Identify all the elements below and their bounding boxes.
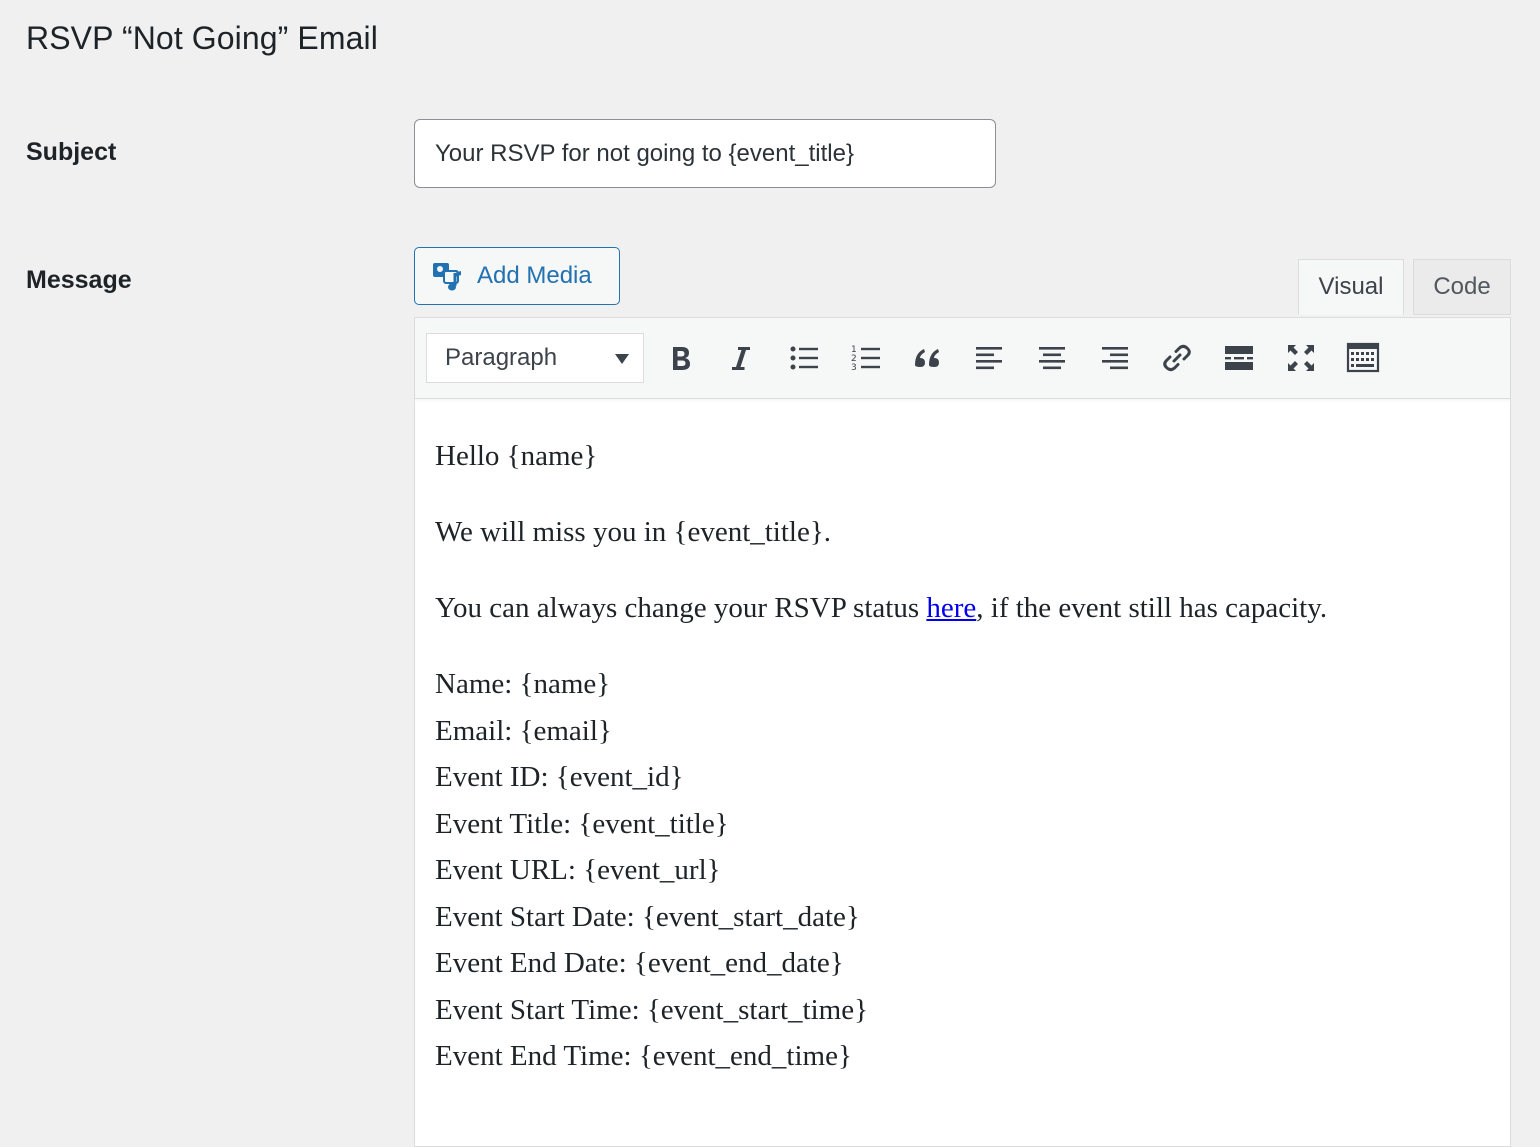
subject-input[interactable] (414, 119, 996, 188)
align-center-icon (1039, 347, 1065, 370)
numbered-list-button[interactable]: 1 2 3 (844, 336, 888, 380)
tab-visual[interactable]: Visual (1298, 259, 1404, 315)
blockquote-icon (915, 349, 939, 367)
field-line: Event End Time: {event_end_time} (435, 1040, 852, 1072)
toolbar-toggle-icon (1346, 342, 1380, 373)
insert-link-button[interactable] (1155, 336, 1199, 380)
align-left-button[interactable] (968, 336, 1012, 380)
message-label: Message (26, 266, 132, 294)
add-media-icon (433, 263, 461, 291)
subject-label: Subject (26, 138, 117, 166)
fullscreen-button[interactable] (1279, 336, 1323, 380)
page-title: RSVP “Not Going” Email (26, 20, 378, 56)
add-media-button[interactable]: Add Media (414, 247, 620, 305)
rsvp-change-link[interactable]: here (926, 592, 976, 624)
bulleted-list-button[interactable] (782, 336, 826, 380)
field-line: Event Start Date: {event_start_date} (435, 900, 860, 933)
change-text-before: You can always change your RSVP status (435, 592, 927, 624)
add-media-label: Add Media (477, 262, 592, 289)
read-more-icon (1225, 346, 1253, 370)
svg-text:3: 3 (851, 363, 857, 373)
field-line: Event ID: {event_id} (435, 761, 684, 793)
align-right-icon (1102, 347, 1128, 370)
message-body[interactable]: Hello {name} We will miss you in {event_… (415, 399, 1510, 1080)
field-line: Name: {name} (435, 668, 611, 700)
message-editor: Paragraph 1 2 3 Hello {name} We will mis… (414, 317, 1511, 1147)
bold-icon (673, 347, 690, 370)
numbered-list-icon: 1 2 3 (851, 345, 880, 373)
format-select[interactable]: Paragraph (426, 333, 644, 383)
bold-button[interactable] (658, 336, 702, 380)
align-left-icon (976, 347, 1002, 370)
change-text-after: , if the event still has capacity. (976, 592, 1328, 624)
italic-icon (732, 347, 750, 370)
read-more-button[interactable] (1217, 336, 1261, 380)
field-line: Event Start Time: {event_start_time} (435, 993, 868, 1026)
link-icon (1163, 344, 1191, 372)
field-line: Email: {email} (435, 714, 612, 747)
tab-code[interactable]: Code (1413, 259, 1511, 315)
fullscreen-icon (1288, 345, 1314, 371)
bulleted-list-icon (790, 346, 818, 370)
toolbar-toggle-button[interactable] (1341, 336, 1385, 380)
placeholder-fields: Name: {name} Email: {email} Event ID: {e… (435, 661, 1490, 1080)
miss-paragraph: We will miss you in {event_title}. (435, 516, 832, 548)
chevron-down-icon (615, 354, 629, 364)
blockquote-button[interactable] (906, 336, 950, 380)
field-line: Event Title: {event_title} (435, 807, 729, 840)
editor-toolbar: Paragraph 1 2 3 (415, 318, 1510, 399)
field-line: Event URL: {event_url} (435, 854, 721, 886)
greeting-paragraph: Hello {name} (435, 440, 598, 472)
format-select-value: Paragraph (445, 344, 558, 371)
italic-button[interactable] (719, 336, 763, 380)
change-status-paragraph: You can always change your RSVP status h… (435, 585, 1490, 631)
align-right-button[interactable] (1092, 336, 1136, 380)
field-line: Event End Date: {event_end_date} (435, 947, 844, 979)
align-center-button[interactable] (1030, 336, 1074, 380)
